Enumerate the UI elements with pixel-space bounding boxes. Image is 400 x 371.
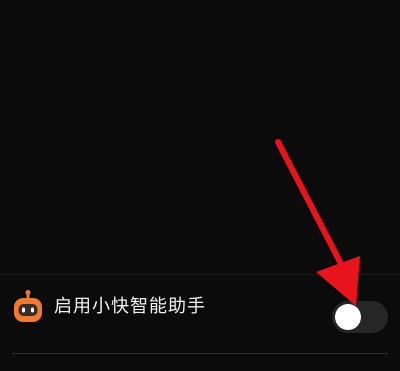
- assistant-toggle-switch[interactable]: [332, 301, 388, 333]
- toggle-knob: [335, 304, 361, 330]
- section-divider: [0, 274, 400, 275]
- assistant-robot-icon: [13, 290, 43, 326]
- settings-screen: 启用小快智能助手: [0, 0, 400, 371]
- assistant-setting-label: 启用小快智能助手: [54, 296, 206, 317]
- assistant-setting-row: 启用小快智能助手: [0, 288, 400, 350]
- row-divider: [12, 353, 388, 354]
